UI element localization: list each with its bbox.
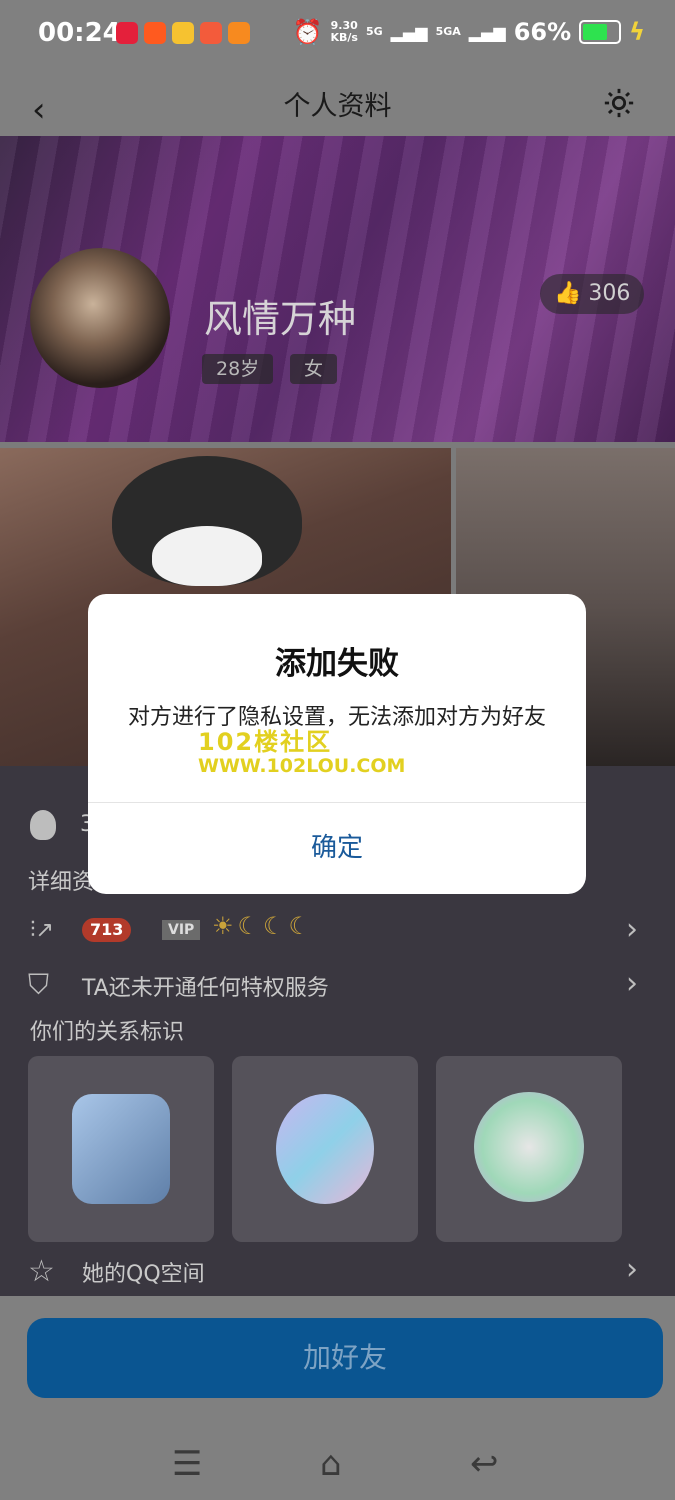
like-count: 306 xyxy=(588,281,631,306)
watermark: 102楼社区 WWW.102LOU.COM xyxy=(198,722,405,777)
relation-card[interactable] xyxy=(232,1056,418,1242)
video-app-icon xyxy=(228,22,250,44)
speed-unit: KB/s xyxy=(330,31,358,44)
vip-badge: VIP xyxy=(162,920,201,940)
app-notification-icon xyxy=(116,22,138,44)
status-app-icons xyxy=(116,22,250,44)
watermark-line-1: 102楼社区 xyxy=(198,728,333,756)
add-friend-button[interactable]: 加好友 xyxy=(27,1318,663,1398)
network-speed: 9.30 KB/s xyxy=(330,20,357,44)
relation-title: 你们的关系标识 xyxy=(30,1020,185,1045)
home-icon[interactable]: ⌂ xyxy=(320,1444,342,1484)
chevron-right-icon[interactable]: › xyxy=(626,966,638,1001)
dog-mask-sticker xyxy=(112,456,302,586)
status-time: 00:24 xyxy=(38,18,121,48)
level-moon-icons: ☀☾☾☾ xyxy=(212,912,315,940)
relation-card[interactable] xyxy=(436,1056,622,1242)
network-type-2: 5GA xyxy=(435,25,461,38)
error-dialog: 添加失败 对方进行了隐私设置，无法添加对方为好友 102楼社区 WWW.102L… xyxy=(88,594,586,894)
signal-icon: ▂▄▆ xyxy=(468,22,506,42)
gear-icon[interactable] xyxy=(602,86,636,120)
age-tag: 28岁 xyxy=(202,354,274,384)
relation-badges xyxy=(28,1056,622,1242)
qq-penguin-icon xyxy=(30,810,56,840)
status-bar: 00:24 ⏰ 9.30 KB/s 5G ▂▄▆ 5GA ▂▄▆ 66% ϟ xyxy=(0,0,675,72)
menu-icon[interactable]: ☰ xyxy=(172,1444,202,1484)
avatar[interactable] xyxy=(30,248,170,388)
watermark-line-2: WWW.102LOU.COM xyxy=(198,755,406,777)
nav-bar: ‹ 个人资料 xyxy=(0,72,675,136)
dialog-title: 添加失败 xyxy=(275,646,399,682)
back-icon[interactable]: ↩ xyxy=(470,1444,499,1484)
level-coin-badge: 713 xyxy=(82,918,132,942)
signal-icon: ▂▄▆ xyxy=(390,22,428,42)
qzone-link[interactable]: 她的QQ空间 xyxy=(82,1256,205,1288)
status-right: ⏰ 9.30 KB/s 5G ▂▄▆ 5GA ▂▄▆ 66% ϟ xyxy=(293,18,645,46)
network-type-1: 5G xyxy=(365,25,383,38)
chevron-right-icon[interactable]: › xyxy=(626,1252,638,1287)
alarm-icon: ⏰ xyxy=(292,18,323,46)
battery-icon xyxy=(579,20,622,44)
confirm-button[interactable]: 确定 xyxy=(88,803,586,894)
gender-tag: 女 xyxy=(290,354,338,384)
treasure-face-badge-icon xyxy=(474,1092,584,1202)
thumbs-up-icon: 👍 xyxy=(554,281,582,306)
capricorn-badge-icon xyxy=(72,1094,170,1204)
taobao-icon xyxy=(144,22,166,44)
relation-card[interactable] xyxy=(28,1056,214,1242)
details-label[interactable]: 详细资 xyxy=(28,864,94,896)
chevron-right-icon[interactable]: › xyxy=(626,912,638,947)
privilege-text[interactable]: TA还未开通任何特权服务 xyxy=(82,970,329,1002)
like-button[interactable]: 👍 306 xyxy=(540,274,645,314)
battery-percent: 66% xyxy=(513,18,572,46)
weibo-icon xyxy=(200,22,222,44)
app-notification-icon xyxy=(172,22,194,44)
charging-icon: ϟ xyxy=(629,18,645,46)
hundred-percent-badge-icon xyxy=(276,1094,374,1204)
page-title: 个人资料 xyxy=(283,91,392,122)
star-icon: ☆ xyxy=(28,1254,55,1289)
level-icon: ⫶↗ xyxy=(30,918,54,943)
privilege-icon: ⛉ xyxy=(28,968,50,1001)
profile-name: 风情万种 xyxy=(204,297,357,341)
